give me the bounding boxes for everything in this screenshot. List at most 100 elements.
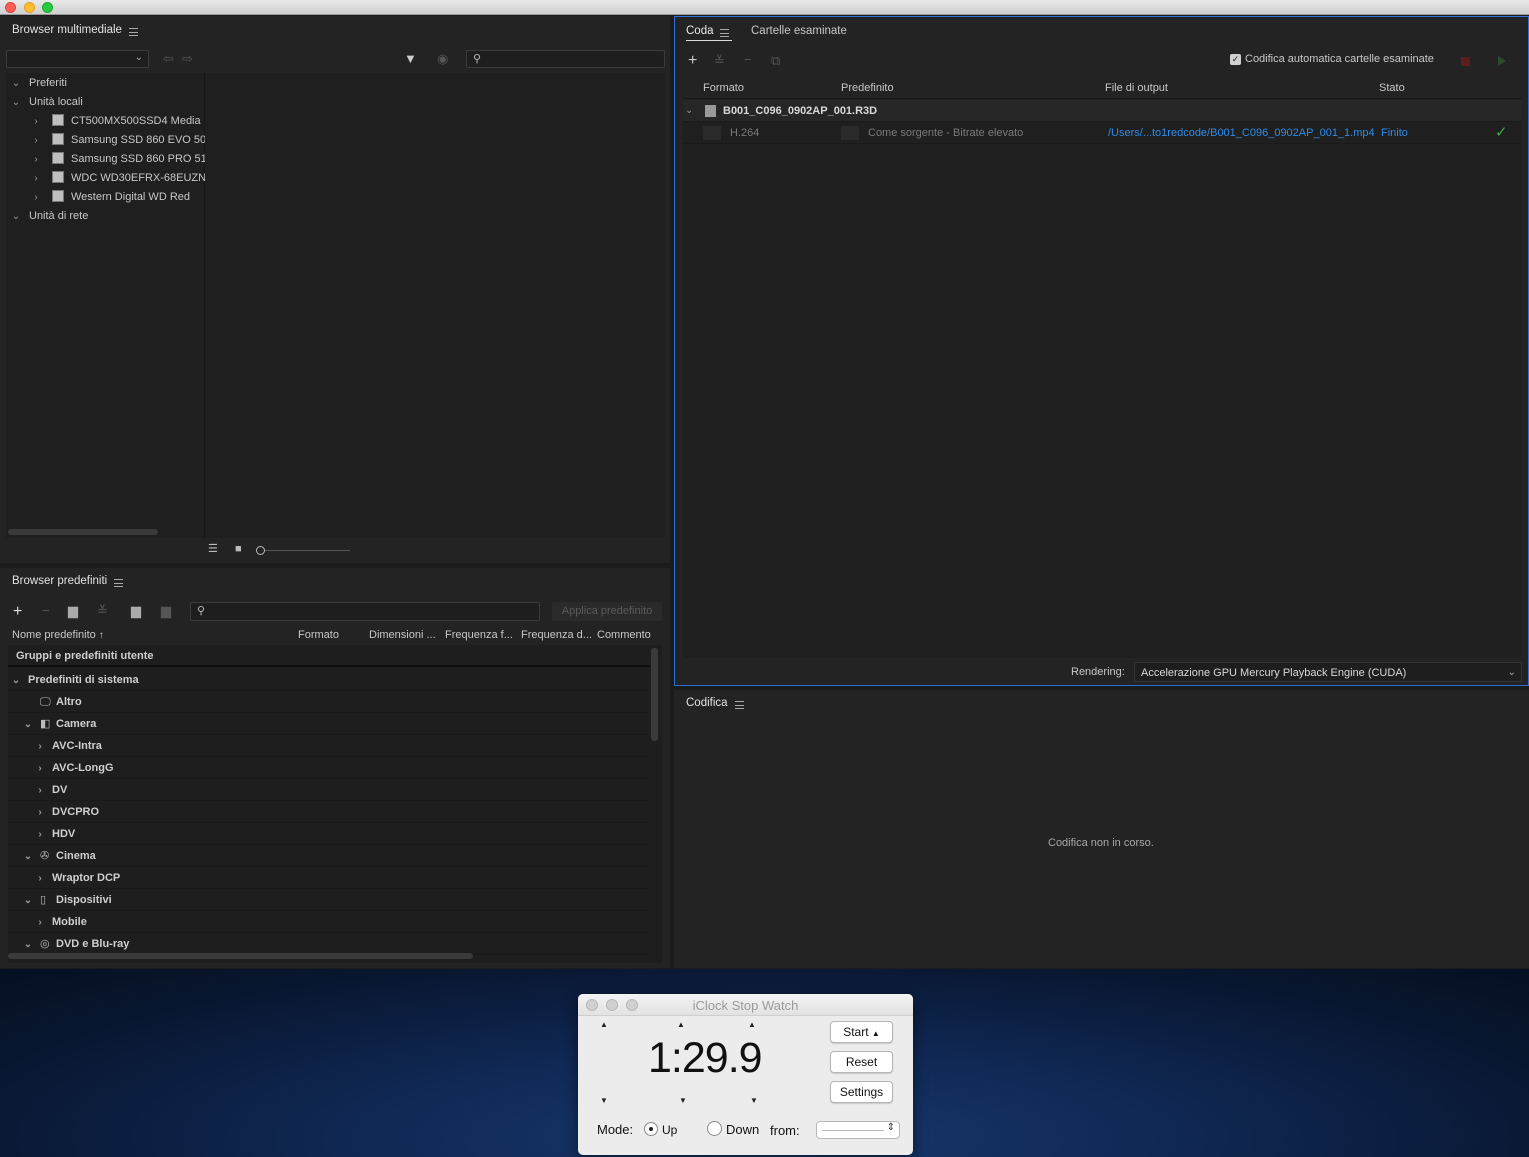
- media-search-input[interactable]: ⚲: [466, 50, 665, 68]
- chevron-down-icon[interactable]: ⌄: [22, 846, 34, 868]
- chevron-right-icon[interactable]: ›: [34, 780, 46, 802]
- column-status[interactable]: Stato: [1379, 79, 1405, 97]
- minimize-window-button[interactable]: [24, 2, 35, 13]
- tree-scrollbar[interactable]: [8, 529, 158, 535]
- remove-icon[interactable]: −: [42, 604, 50, 617]
- mode-down-radio[interactable]: [707, 1121, 722, 1136]
- chevron-down-icon[interactable]: ⌄: [10, 74, 22, 93]
- auto-encode-checkbox[interactable]: ✓: [1230, 54, 1241, 65]
- tab-watch-folders[interactable]: Cartelle esaminate: [751, 25, 847, 37]
- column-preset-name[interactable]: Nome predefinito ↑: [12, 626, 104, 644]
- chevron-down-icon[interactable]: ⌄: [10, 670, 22, 692]
- preset-row[interactable]: › Mobile: [8, 911, 650, 933]
- export-preset-icon[interactable]: ▆: [161, 604, 171, 617]
- settings-sliders-icon[interactable]: ≚: [714, 54, 725, 67]
- media-tree-item[interactable]: ⌄ Unità di rete: [10, 207, 89, 226]
- preset-row[interactable]: ⌄ ◎ DVD e Blu-ray: [8, 933, 650, 955]
- chevron-down-icon[interactable]: ⌄: [22, 890, 34, 912]
- add-source-icon[interactable]: +: [688, 53, 697, 69]
- chevron-right-icon[interactable]: ›: [30, 169, 42, 188]
- zoom-slider-handle[interactable]: [256, 546, 265, 555]
- location-dropdown[interactable]: ⌄: [6, 50, 149, 68]
- chevron-right-icon[interactable]: ›: [30, 188, 42, 207]
- media-tree-item[interactable]: › Samsung SSD 860 EVO 500: [30, 131, 212, 150]
- add-preset-icon[interactable]: +: [13, 604, 22, 620]
- preset-row[interactable]: › AVC-LongG: [8, 757, 650, 779]
- zoom-window-button[interactable]: [42, 2, 53, 13]
- chevron-right-icon[interactable]: ›: [34, 912, 46, 934]
- duplicate-icon[interactable]: ⧉: [771, 54, 780, 67]
- chevron-down-icon[interactable]: ⌄: [10, 93, 22, 112]
- settings-sliders-icon[interactable]: ≚: [97, 604, 108, 617]
- preset-dropdown[interactable]: [841, 126, 859, 140]
- import-preset-icon[interactable]: ▆: [131, 604, 141, 617]
- decrement-seconds-arrow[interactable]: ▼: [679, 1096, 687, 1105]
- stop-icon[interactable]: [1461, 57, 1470, 66]
- chevron-down-icon[interactable]: ⌄: [10, 207, 22, 226]
- column-format[interactable]: Formato: [298, 626, 339, 644]
- back-arrow-icon[interactable]: ⇦: [163, 52, 174, 65]
- preset-row[interactable]: ⌄ Predefiniti di sistema: [8, 669, 650, 691]
- queue-job-row[interactable]: H.264 Come sorgente - Bitrate elevato /U…: [683, 122, 1521, 144]
- chevron-right-icon[interactable]: ›: [30, 112, 42, 131]
- queue-menu-icon[interactable]: [720, 29, 729, 37]
- chevron-right-icon[interactable]: ›: [34, 736, 46, 758]
- preset-search-input[interactable]: ⚲: [190, 602, 540, 621]
- job-format[interactable]: H.264: [730, 122, 759, 144]
- close-window-button[interactable]: [5, 2, 16, 13]
- format-dropdown[interactable]: [703, 126, 721, 140]
- media-tree-item[interactable]: › Western Digital WD Red: [30, 188, 190, 207]
- media-tree-item[interactable]: › Samsung SSD 860 PRO 512: [30, 150, 213, 169]
- settings-button[interactable]: Settings: [830, 1081, 893, 1103]
- start-button[interactable]: Start ▲: [830, 1021, 893, 1043]
- from-time-dropdown[interactable]: ⇕: [816, 1121, 900, 1139]
- rendering-dropdown[interactable]: Accelerazione GPU Mercury Playback Engin…: [1134, 662, 1522, 682]
- column-format[interactable]: Formato: [703, 79, 744, 97]
- chevron-right-icon[interactable]: ›: [34, 758, 46, 780]
- column-data-rate[interactable]: Frequenza d...: [521, 626, 592, 644]
- apply-preset-button[interactable]: Applica predefinito: [552, 602, 662, 621]
- panel-menu-icon[interactable]: [114, 579, 123, 587]
- panel-menu-icon[interactable]: [129, 28, 138, 36]
- column-preset[interactable]: Predefinito: [841, 79, 894, 97]
- preset-row[interactable]: ⌄ ▯ Dispositivi: [8, 889, 650, 911]
- zoom-slider-track[interactable]: [265, 550, 350, 551]
- column-comment[interactable]: Commento: [597, 626, 651, 644]
- preset-row[interactable]: Gruppi e predefiniti utente: [8, 645, 650, 667]
- icon-view-icon[interactable]: ■: [235, 544, 242, 555]
- chevron-right-icon[interactable]: ›: [34, 802, 46, 824]
- increment-tenths-arrow[interactable]: ▲: [748, 1020, 756, 1029]
- preset-horizontal-scrollbar[interactable]: [8, 953, 473, 959]
- chevron-right-icon[interactable]: ›: [34, 824, 46, 846]
- queue-source-row[interactable]: ⌄ B001_C096_0902AP_001.R3D: [683, 100, 1521, 122]
- media-tree-item[interactable]: › WDC WD30EFRX-68EUZNO: [30, 169, 215, 188]
- preset-row[interactable]: 🖵 Altro: [8, 691, 650, 713]
- preset-row[interactable]: › AVC-Intra: [8, 735, 650, 757]
- preset-row[interactable]: › HDV: [8, 823, 650, 845]
- decrement-tenths-arrow[interactable]: ▼: [750, 1096, 758, 1105]
- increment-seconds-arrow[interactable]: ▲: [677, 1020, 685, 1029]
- new-group-icon[interactable]: ▆: [68, 604, 78, 617]
- preset-row[interactable]: › Wraptor DCP: [8, 867, 650, 889]
- chevron-right-icon[interactable]: ›: [30, 150, 42, 169]
- decrement-minutes-arrow[interactable]: ▼: [600, 1096, 608, 1105]
- chevron-down-icon[interactable]: ⌄: [685, 100, 693, 122]
- column-frame-rate[interactable]: Frequenza f...: [445, 626, 513, 644]
- reset-button[interactable]: Reset: [830, 1051, 893, 1073]
- preset-row[interactable]: › DV: [8, 779, 650, 801]
- preset-row[interactable]: › DVCPRO: [8, 801, 650, 823]
- increment-minutes-arrow[interactable]: ▲: [600, 1020, 608, 1029]
- column-output-file[interactable]: File di output: [1105, 79, 1168, 97]
- play-icon[interactable]: [1498, 56, 1506, 66]
- forward-arrow-icon[interactable]: ⇨: [182, 52, 193, 65]
- media-tree-item[interactable]: ⌄ Unità locali: [10, 93, 83, 112]
- chevron-right-icon[interactable]: ›: [30, 131, 42, 150]
- list-view-icon[interactable]: ☰: [208, 544, 218, 555]
- view-options-icon[interactable]: ◉: [437, 52, 448, 65]
- tab-coda[interactable]: Coda: [686, 25, 714, 37]
- remove-icon[interactable]: −: [744, 53, 752, 66]
- mode-up-radio[interactable]: [644, 1122, 658, 1136]
- column-dimensions[interactable]: Dimensioni ...: [369, 626, 436, 644]
- media-tree-item[interactable]: › CT500MX500SSD4 Media: [30, 112, 201, 131]
- media-tree-item[interactable]: ⌄ Preferiti: [10, 74, 67, 93]
